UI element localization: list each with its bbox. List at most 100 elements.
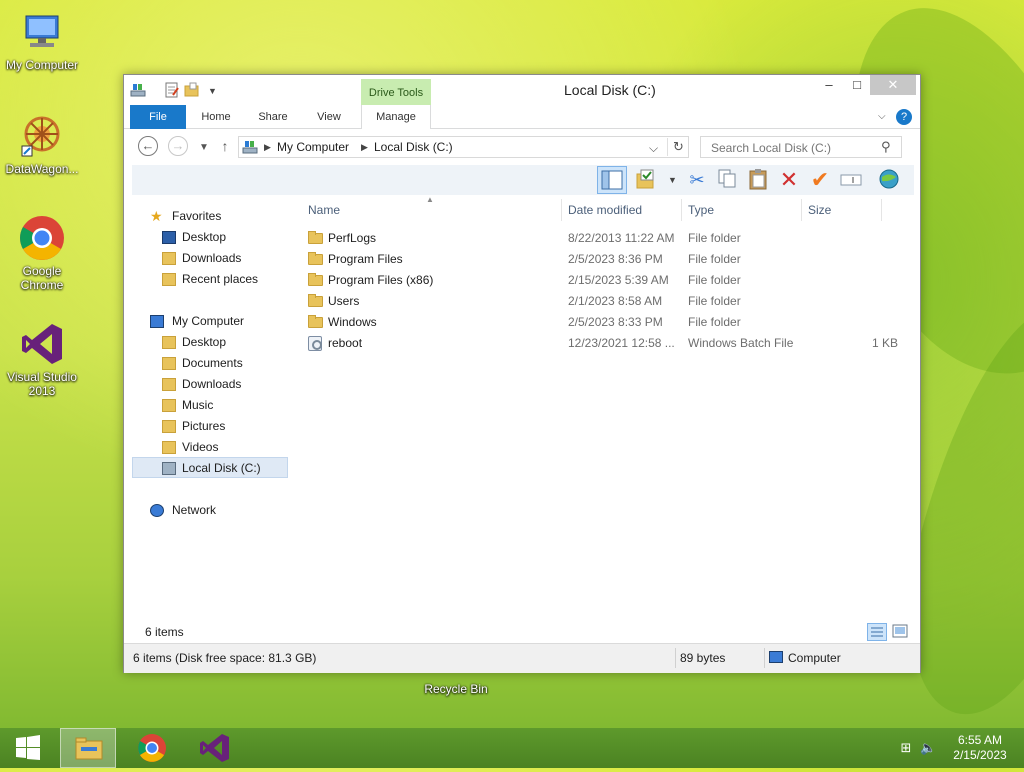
network-tray-icon[interactable]: ⊞ bbox=[898, 740, 914, 756]
table-row[interactable]: PerfLogs 8/22/2013 11:22 AM File folder bbox=[304, 228, 904, 249]
globe-icon[interactable] bbox=[877, 168, 901, 192]
table-row[interactable]: Program Files 2/5/2023 8:36 PM File fold… bbox=[304, 249, 904, 270]
volume-icon[interactable]: 🔈 bbox=[920, 740, 936, 756]
nav-label: Downloads bbox=[182, 377, 242, 391]
tab-manage[interactable]: Manage bbox=[361, 105, 431, 129]
file-date: 12/23/2021 12:58 ... bbox=[568, 336, 675, 350]
nav-favorites-recent-places[interactable]: Recent places bbox=[132, 269, 288, 290]
tab-share[interactable]: Share bbox=[250, 105, 296, 129]
close-button[interactable]: ✕ bbox=[870, 75, 916, 95]
forward-button[interactable]: → bbox=[168, 136, 188, 156]
taskbar-google-chrome[interactable] bbox=[124, 728, 180, 768]
nav-computer-downloads[interactable]: Downloads bbox=[132, 374, 288, 395]
tab-home[interactable]: Home bbox=[194, 105, 238, 129]
help-icon[interactable]: ? bbox=[896, 109, 912, 125]
nav-computer-desktop[interactable]: Desktop bbox=[132, 332, 288, 353]
folder-icon bbox=[162, 357, 176, 370]
expand-ribbon-icon[interactable]: ⌵ bbox=[878, 111, 886, 122]
item-count-bar: 6 items bbox=[132, 623, 914, 641]
title-bar[interactable]: ▼ Drive Tools Local Disk (C:) – □ ✕ bbox=[124, 75, 920, 105]
nav-favorites[interactable]: ★ Favorites bbox=[132, 206, 288, 227]
desktop-icon-datawagon[interactable]: DataWagon... bbox=[0, 112, 84, 176]
file-date: 8/22/2013 11:22 AM bbox=[568, 231, 675, 245]
file-size: 1 KB bbox=[871, 336, 898, 350]
column-header-name[interactable]: Name bbox=[304, 199, 562, 221]
search-box[interactable]: ⚲ bbox=[700, 136, 902, 158]
breadcrumb-local-disk[interactable]: Local Disk (C:) bbox=[374, 140, 453, 154]
breadcrumb-separator-icon[interactable]: ▶ bbox=[264, 142, 271, 153]
address-dropdown-icon[interactable]: ⌵ bbox=[649, 141, 658, 156]
folder-icon bbox=[308, 273, 323, 286]
drive-icon[interactable] bbox=[130, 82, 146, 98]
dropdown-icon[interactable]: ▼ bbox=[668, 175, 677, 185]
search-input[interactable] bbox=[709, 140, 879, 156]
nav-computer-videos[interactable]: Videos bbox=[132, 437, 288, 458]
large-icons-view-icon[interactable] bbox=[892, 624, 910, 640]
desktop-icon-my-computer[interactable]: My Computer bbox=[0, 8, 84, 72]
up-button[interactable]: ↑ bbox=[214, 136, 236, 158]
breadcrumb-separator-icon[interactable]: ▶ bbox=[361, 142, 368, 153]
downloads-icon bbox=[162, 252, 176, 265]
file-name: reboot bbox=[328, 336, 363, 350]
table-row[interactable]: Windows 2/5/2023 8:33 PM File folder bbox=[304, 312, 904, 333]
tab-file[interactable]: File bbox=[130, 105, 186, 129]
maximize-button[interactable]: □ bbox=[843, 75, 871, 95]
start-button[interactable] bbox=[0, 728, 56, 768]
file-type: File folder bbox=[688, 231, 741, 245]
nav-label: My Computer bbox=[172, 314, 245, 328]
paste-icon[interactable] bbox=[746, 168, 770, 192]
drive-icon bbox=[162, 462, 176, 475]
refresh-icon[interactable]: ↻ bbox=[667, 138, 689, 156]
star-icon: ★ bbox=[150, 208, 163, 224]
search-icon[interactable]: ⚲ bbox=[881, 139, 891, 155]
properties-icon[interactable] bbox=[164, 82, 180, 98]
taskbar: ⊞ 🔈 6:55 AM 2/15/2023 bbox=[0, 728, 1024, 768]
check-icon[interactable]: ✔ bbox=[808, 168, 832, 192]
desktop-icon-label: Recycle Bin bbox=[424, 682, 488, 696]
address-bar[interactable]: ▶ My Computer ▶ Local Disk (C:) ⌵ ↻ bbox=[238, 136, 689, 158]
nav-computer-documents[interactable]: Documents bbox=[132, 353, 288, 374]
minimize-button[interactable]: – bbox=[815, 75, 843, 95]
copy-icon[interactable] bbox=[715, 168, 739, 192]
table-row[interactable]: Users 2/1/2023 8:58 AM File folder bbox=[304, 291, 904, 312]
desktop-icon-visual-studio[interactable]: Visual Studio 2013 bbox=[0, 320, 84, 398]
column-header-size[interactable]: Size bbox=[804, 199, 882, 221]
navigation-bar: ← → ▼ ↑ ▶ My Computer ▶ Local Disk (C:) … bbox=[124, 131, 920, 163]
desktop-icon-recycle-bin[interactable]: Recycle Bin bbox=[414, 682, 498, 696]
rename-icon[interactable] bbox=[839, 168, 863, 192]
divider bbox=[675, 648, 676, 668]
customize-qat-icon[interactable]: ▼ bbox=[208, 86, 217, 102]
desktop-icon-google-chrome[interactable]: Google Chrome bbox=[0, 214, 84, 292]
nav-my-computer[interactable]: My Computer bbox=[132, 311, 288, 332]
delete-icon[interactable]: ✕ bbox=[777, 168, 801, 192]
datawagon-icon bbox=[18, 112, 66, 160]
back-button[interactable]: ← bbox=[138, 136, 158, 156]
breadcrumb-my-computer[interactable]: My Computer bbox=[277, 140, 349, 154]
file-type: Windows Batch File bbox=[688, 336, 794, 350]
preview-pane-icon[interactable] bbox=[597, 166, 627, 194]
column-header-type[interactable]: Type bbox=[684, 199, 802, 221]
taskbar-file-explorer[interactable] bbox=[60, 728, 116, 768]
nav-computer-local-disk[interactable]: Local Disk (C:) bbox=[132, 457, 288, 478]
nav-computer-pictures[interactable]: Pictures bbox=[132, 416, 288, 437]
recent-locations-icon[interactable]: ▼ bbox=[199, 142, 209, 153]
taskbar-clock[interactable]: 6:55 AM 2/15/2023 bbox=[940, 733, 1020, 763]
nav-computer-music[interactable]: Music bbox=[132, 395, 288, 416]
nav-favorites-desktop[interactable]: Desktop bbox=[132, 227, 288, 248]
visual-studio-icon bbox=[200, 734, 229, 762]
file-type: File folder bbox=[688, 273, 741, 287]
drive-icon bbox=[242, 139, 258, 158]
divider bbox=[764, 648, 765, 668]
cut-icon[interactable]: ✂ bbox=[685, 168, 709, 192]
file-explorer-icon bbox=[75, 737, 103, 760]
details-view-icon[interactable] bbox=[867, 623, 887, 641]
tab-view[interactable]: View bbox=[306, 105, 352, 129]
new-folder-icon[interactable] bbox=[184, 82, 200, 98]
column-header-date[interactable]: Date modified bbox=[564, 199, 682, 221]
nav-network[interactable]: Network bbox=[132, 500, 288, 521]
nav-favorites-downloads[interactable]: Downloads bbox=[132, 248, 288, 269]
taskbar-visual-studio[interactable] bbox=[186, 728, 242, 768]
table-row[interactable]: reboot 12/23/2021 12:58 ... Windows Batc… bbox=[304, 333, 904, 354]
table-row[interactable]: Program Files (x86) 2/15/2023 5:39 AM Fi… bbox=[304, 270, 904, 291]
check-folder-icon[interactable] bbox=[634, 168, 658, 192]
